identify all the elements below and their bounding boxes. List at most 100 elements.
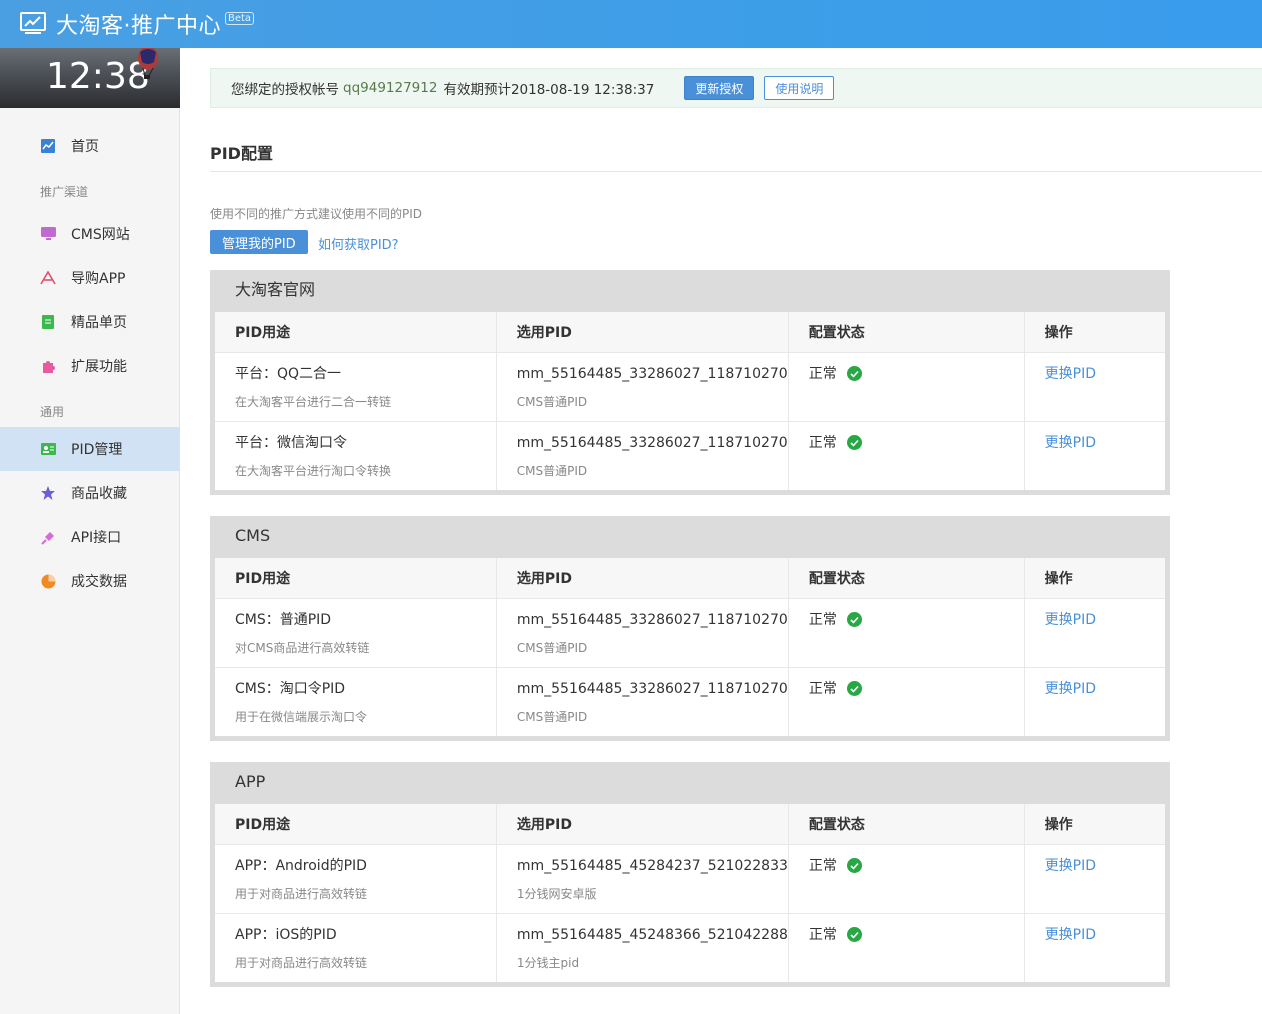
menu-group-channels: 推广渠道 [40,185,89,199]
sidebar-item-label: CMS网站 [71,227,130,243]
action-cell: 更换PID [1024,598,1165,668]
chart-icon [40,138,56,154]
pid-purpose: APP：Android的PID [235,857,367,874]
pid-cell: mm_55164485_33286027_118710270 CMS普通PID [496,421,789,490]
action-cell: 更换PID [1024,913,1165,982]
sidebar-item-label: 扩展功能 [71,359,127,375]
sidebar-item-label: API接口 [71,530,122,546]
change-pid-link[interactable]: 更换PID [1045,927,1096,943]
plug-icon [40,529,56,545]
purpose-cell: 平台：微信淘口令 在大淘客平台进行淘口令转换 [215,421,497,490]
manage-pid-button[interactable]: 管理我的PID [210,230,308,254]
pid-cell: mm_55164485_45248366_521042288 1分钱主pid [496,913,789,982]
column-header: PID用途 [215,312,497,353]
purpose-cell: 平台：QQ二合一 在大淘客平台进行二合一转链 [215,352,497,422]
pid-purpose: CMS：淘口令PID [235,680,346,697]
check-circle-icon [846,435,862,450]
pid-purpose-desc: 在大淘客平台进行二合一转链 [235,394,392,409]
pid-panel: APP PID用途 选用PID 配置状态 操作 APP：Android的PID 用于对商… [210,762,1170,987]
pid-cell: mm_55164485_33286027_118710270 CMS普通PID [496,598,789,668]
action-cell: 更换PID [1024,844,1165,914]
purpose-cell: APP：iOS的PID 用于对商品进行高效转链 [215,913,497,982]
auth-info-bar: 您绑定的授权帐号 qq949127912 有效期预计2018-08-19 12:… [210,68,1262,108]
sidebar-item-label: 精品单页 [71,315,127,331]
change-pid-link[interactable]: 更换PID [1045,858,1096,874]
sidebar-item-transactions[interactable]: 成交数据 [0,559,179,603]
top-header: 大淘客·推广中心 Beta [0,0,1262,48]
pid-table: PID用途 选用PID 配置状态 操作 APP：Android的PID 用于对商品进行… [215,804,1165,982]
puzzle-icon [40,358,56,374]
status-text: 正常 [808,434,837,451]
pid-purpose-desc: 用于对商品进行高效转链 [235,886,368,901]
pid-value: mm_55164485_33286027_118710270 [516,365,788,382]
purpose-cell: CMS：普通PID 对CMS商品进行高效转链 [215,598,497,668]
pid-table: PID用途 选用PID 配置状态 操作 CMS：普通PID 对CMS商品进行高效转链 … [215,558,1165,736]
dashboard-logo-icon [20,12,46,34]
monitor-icon [40,226,56,242]
change-pid-link[interactable]: 更换PID [1045,681,1096,697]
column-header: 配置状态 [788,558,1025,599]
pid-value: mm_55164485_33286027_118710270 [516,611,788,628]
action-cell: 更换PID [1024,667,1165,736]
pid-cell: mm_55164485_33286027_118710270 CMS普通PID [496,667,789,736]
status-cell: 正常 [788,598,1025,668]
change-pid-link[interactable]: 更换PID [1045,612,1096,628]
sidebar-item-home[interactable]: 首页 [0,124,179,168]
column-header: 配置状态 [788,804,1025,845]
column-header: 选用PID [496,312,789,353]
change-pid-link[interactable]: 更换PID [1045,435,1096,451]
pid-cell: mm_55164485_45284237_521022833 1分钱网安卓版 [496,844,789,914]
table-row: 平台：微信淘口令 在大淘客平台进行淘口令转换 mm_55164485_33286… [215,421,1165,490]
sidebar-item-single-page[interactable]: 精品单页 [0,300,179,344]
pid-note: 1分钱主pid [516,955,580,970]
usage-help-button[interactable]: 使用说明 [764,76,835,100]
how-to-get-pid-link[interactable]: 如何获取PID? [318,234,399,253]
pid-purpose-desc: 用于在微信端展示淘口令 [235,709,368,724]
sidebar-item-label: 成交数据 [71,574,127,590]
status-text: 正常 [808,365,837,382]
status-cell: 正常 [788,421,1025,490]
pid-cell: mm_55164485_33286027_118710270 CMS普通PID [496,352,789,422]
status-cell: 正常 [788,667,1025,736]
status-text: 正常 [808,926,837,943]
status-text: 正常 [808,680,837,697]
pid-hint: 使用不同的推广方式建议使用不同的PID [210,207,423,221]
sidebar-item-pid[interactable]: PID管理 [0,427,179,471]
check-circle-icon [846,927,862,942]
pid-panel: CMS PID用途 选用PID 配置状态 操作 CMS：普通PID 对CMS商品进行高效… [210,516,1170,741]
sidebar-item-api[interactable]: API接口 [0,515,179,559]
column-header: 操作 [1024,558,1165,599]
table-row: CMS：淘口令PID 用于在微信端展示淘口令 mm_55164485_33286… [215,667,1165,736]
pid-purpose: APP：iOS的PID [235,926,337,943]
purpose-cell: APP：Android的PID 用于对商品进行高效转链 [215,844,497,914]
auth-expiry: 有效期预计2018-08-19 12:38:37 [443,82,655,98]
pid-panel: 大淘客官网 PID用途 选用PID 配置状态 操作 平台：QQ二合一 在大淘客平台进行二… [210,270,1170,495]
status-text: 正常 [808,611,837,628]
sidebar-item-cms[interactable]: CMS网站 [0,212,179,256]
sidebar-item-app[interactable]: 导购APP [0,256,179,300]
table-row: CMS：普通PID 对CMS商品进行高效转链 mm_55164485_33286… [215,598,1165,668]
sidebar: 12:38 首页 推广渠道 CMS网站 导购APP 精品单页 扩展功能 通用 P… [0,48,180,1014]
check-circle-icon [846,366,862,381]
column-header: 操作 [1024,804,1165,845]
document-icon [40,314,56,330]
pid-note: CMS普通PID [516,394,588,409]
renew-auth-button[interactable]: 更新授权 [684,76,755,100]
sidebar-item-label: PID管理 [71,442,123,458]
change-pid-link[interactable]: 更换PID [1045,366,1096,382]
panel-title: 大淘客官网 [235,280,316,299]
sidebar-item-extensions[interactable]: 扩展功能 [0,344,179,388]
status-cell: 正常 [788,844,1025,914]
sidebar-item-label: 商品收藏 [71,486,127,502]
pid-purpose-desc: 在大淘客平台进行淘口令转换 [235,463,392,478]
auth-account: qq949127912 [343,80,438,96]
clock-banner: 12:38 [0,48,180,108]
table-row: APP：iOS的PID 用于对商品进行高效转链 mm_55164485_4524… [215,913,1165,982]
table-row: 平台：QQ二合一 在大淘客平台进行二合一转链 mm_55164485_33286… [215,352,1165,422]
beta-badge: Beta [225,11,255,25]
action-cell: 更换PID [1024,421,1165,490]
pie-icon [40,573,56,589]
pid-table: PID用途 选用PID 配置状态 操作 平台：QQ二合一 在大淘客平台进行二合一转链 … [215,312,1165,490]
sidebar-item-favorites[interactable]: 商品收藏 [0,471,179,515]
table-row: APP：Android的PID 用于对商品进行高效转链 mm_55164485_… [215,844,1165,914]
